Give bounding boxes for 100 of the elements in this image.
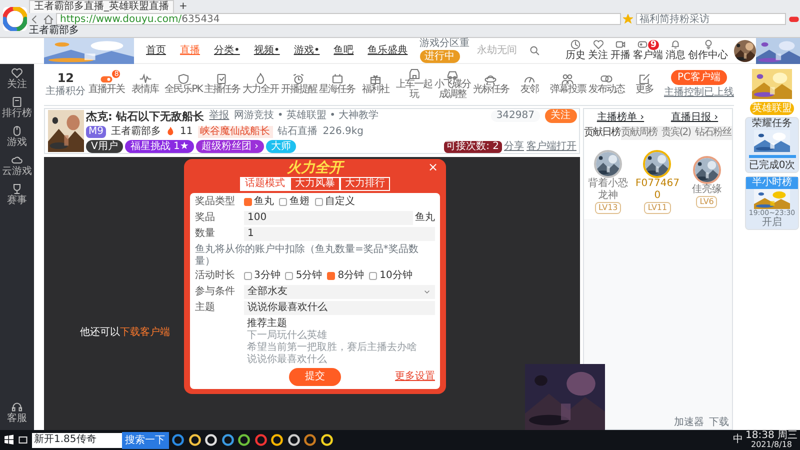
submit-button[interactable]: 提交 [289,368,341,386]
header-action-label[interactable]: 关注 [588,50,608,62]
lightbulb-icon[interactable] [702,39,714,50]
prize-field[interactable]: 100 [244,210,412,225]
app-icon[interactable] [237,433,251,447]
sidebar-item[interactable]: 赛事 [7,194,27,206]
task-view-icon[interactable] [17,434,29,446]
search-icon[interactable] [528,45,540,56]
radio-option[interactable]: 自定义 [314,196,355,208]
trophy-icon[interactable] [11,182,23,194]
toolbar-item[interactable]: 小飞碟分成调整 [433,80,472,101]
toolbar-item[interactable]: 全民乐PK [164,85,202,96]
people-icon[interactable] [561,73,574,86]
chat-icon[interactable] [600,73,613,86]
new-tab-button[interactable]: + [176,0,190,12]
ranking-link[interactable]: 主播榜单 › [596,112,644,124]
ranking-link[interactable]: 直播日报 › [670,112,718,124]
toolbar-item[interactable]: 光标任务 [472,85,509,96]
header-action-label[interactable]: 客户端 [633,50,663,62]
modal-tab[interactable]: 话题模式 [240,176,290,191]
sidebar-item[interactable]: 云游戏 [2,166,32,178]
report-link[interactable]: 举报 [209,110,230,122]
app-icon[interactable] [254,433,268,447]
ranking-tab[interactable]: 贵宾(2) [658,126,694,140]
close-button[interactable]: × [428,160,438,174]
video-camera-icon[interactable] [615,39,626,50]
toolbar-item[interactable]: 星海任务 [319,85,356,96]
browser-logo-icon[interactable] [2,6,26,30]
browser-tab[interactable]: 王者霸部多直播_英雄联盟直播 [29,0,174,13]
client-note-link[interactable]: 主播控制已上线 [664,87,734,100]
radio-option[interactable]: 10分钟 [369,270,412,282]
calendar-icon[interactable] [330,73,344,86]
address-bar[interactable]: https://www.douyu.com/635434 [56,13,620,25]
star-icon[interactable] [623,14,633,24]
toolbar-item[interactable]: 弹幕投票 [550,85,586,96]
chat-toolbar-item[interactable]: 下载 [709,417,729,429]
toolbar-item[interactable]: 直播开关 [88,85,125,96]
more-settings-link[interactable]: 更多设置 [395,371,435,384]
taskbar-clock[interactable]: 18:38 周三 2021/8/18 [746,431,798,449]
nav-link[interactable]: 首页 [139,44,173,56]
fan-name[interactable]: 背着小恐龙神 [584,178,632,202]
sidebar-item[interactable]: 客服 [7,413,27,425]
taskbar-search-button[interactable]: 搜索一下 [122,432,168,448]
modal-tab[interactable]: 大力风暴 [290,176,340,191]
chat-toolbar-item[interactable]: 加速器 [674,417,704,429]
toolbar-item[interactable]: 表情库 [132,85,159,96]
ranking-tab[interactable]: 钻石粉丝 [694,126,732,140]
clipboard-icon[interactable] [215,73,228,86]
fan-badge[interactable]: 超级粉丝团 › [196,140,264,154]
radio-option[interactable]: 3分钟 [244,270,280,282]
windows-icon[interactable] [2,434,14,446]
nav-link[interactable]: 鱼乐盛典 [360,44,415,56]
toolbar-item[interactable]: 更多 [636,85,654,96]
sidebar-item[interactable]: 关注 [7,78,27,90]
sidebar-item[interactable]: 游戏 [7,136,27,148]
topic-field[interactable]: 说说你最喜欢什么 [244,301,435,316]
header-action-label[interactable]: 创作中心 [688,50,728,62]
ufo-icon[interactable] [484,73,498,86]
quantity-field[interactable]: 1 [244,227,435,242]
radio-option[interactable]: 鱼翅 [279,196,310,208]
gift-icon[interactable] [369,73,382,86]
toolbar-item[interactable]: 福利社 [362,85,390,96]
fan-name[interactable]: 佳亮缘 [692,184,722,196]
alarm-clock-icon[interactable] [292,73,306,86]
toolbar-item[interactable]: 主播任务 [204,85,240,96]
shop-icon[interactable] [408,68,421,80]
radio-option[interactable]: 8分钟 [327,270,364,282]
fan-badge[interactable]: 福星挑战 1★ [125,140,194,154]
shield-icon[interactable] [176,73,190,86]
history-icon[interactable] [570,39,581,50]
taskbar-search-field[interactable]: 新开1.85传奇 [32,434,122,446]
fan-name[interactable]: F0774670 [633,178,682,202]
nav-link[interactable]: 鱼吧 [326,44,361,56]
share-link[interactable]: 分享 [504,140,524,153]
header-action-label[interactable]: 开播 [610,50,630,62]
modal-tab[interactable]: 大力排行 [340,176,390,191]
radio-option[interactable]: 鱼丸 [244,196,274,208]
home-icon[interactable] [42,14,54,24]
edit-icon[interactable] [638,73,652,86]
cloud-icon[interactable] [11,154,23,166]
browser-search-field[interactable]: 福利简持粉采访 [636,13,786,25]
promo-task[interactable]: 荣耀任务 [752,118,792,130]
clipboard-icon[interactable] [11,96,23,108]
toggle-icon[interactable] [100,73,114,86]
pc-client-button[interactable]: PC客户端 [671,70,726,85]
fan-badge[interactable]: V用户 [86,140,123,154]
radio-option[interactable]: 5分钟 [285,270,322,282]
toolbar-item[interactable]: 上车一起玩 [394,80,434,101]
toolbar-item[interactable]: 友邻 [520,85,538,96]
ranking-tab[interactable]: 贡献周榜 [620,126,658,140]
heart-icon[interactable] [11,66,23,78]
header-action-label[interactable]: 消息 [666,50,686,62]
mouse-icon[interactable] [11,124,23,136]
headset-icon[interactable] [11,401,23,413]
nav-link[interactable]: 游戏• [286,44,327,56]
ime-indicator[interactable]: 中 [733,434,743,446]
open-client-link[interactable]: 客户端打开 [526,140,576,153]
header-action-label[interactable]: 历史 [566,50,586,62]
heart-icon[interactable] [592,39,604,50]
sidebar-item[interactable]: 排行榜 [2,108,32,120]
